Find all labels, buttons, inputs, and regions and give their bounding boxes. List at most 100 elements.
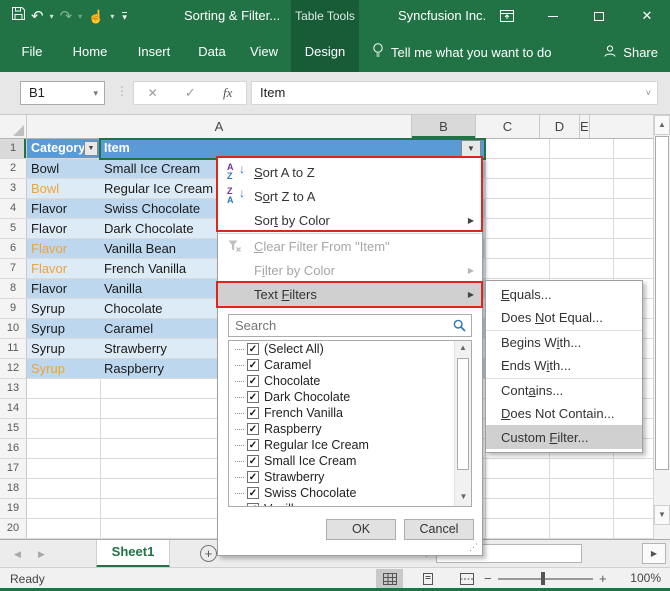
page-layout-view-button[interactable] [414,569,441,588]
list-scrollbar-thumb[interactable] [457,358,469,470]
cell-category[interactable] [27,499,100,518]
row-header[interactable]: 6 [0,239,27,258]
row-header[interactable]: 1 [0,139,27,158]
submenu-item[interactable]: Begins With... [486,330,642,354]
column-header[interactable]: B [412,115,476,138]
list-scrollbar[interactable]: ▲ ▼ [454,341,471,506]
row-header[interactable]: 12 [0,359,27,378]
insert-function-icon[interactable]: fx [223,85,232,101]
cell-category[interactable] [27,479,100,498]
ribbon-tab[interactable]: View [240,32,288,72]
item-filter-button[interactable]: ▼ [461,140,481,157]
tell-me-box[interactable]: Tell me what you want to do [372,32,551,72]
checkbox-checked[interactable]: ✓ [247,407,259,419]
column-header[interactable]: D [540,115,580,138]
prev-sheet-icon[interactable]: ◀ [14,549,21,560]
cell-category[interactable]: Flavor [27,279,100,298]
zoom-slider-track[interactable] [498,578,593,580]
row-header[interactable]: 19 [0,499,27,518]
zoom-out-button[interactable]: − [484,569,492,588]
ribbon-tab[interactable]: Home [64,32,116,72]
checkbox-checked[interactable]: ✓ [247,343,259,355]
filter-value-row[interactable]: ✓ Vanilla [229,501,471,507]
filter-value-row[interactable]: ✓ Regular Ice Cream [229,437,471,453]
row-header[interactable]: 13 [0,379,27,398]
row-header[interactable]: 5 [0,219,27,238]
row-header[interactable]: 17 [0,459,27,478]
cell-category[interactable]: Syrup [27,359,100,378]
row-header[interactable]: 3 [0,179,27,198]
name-box[interactable]: B1 ▾ [20,81,105,105]
submenu-item[interactable]: Contains... [486,378,642,402]
column-header[interactable]: C [476,115,540,138]
touch-mode-dropdown-icon[interactable]: ▾ [110,12,114,21]
select-all-corner[interactable] [0,115,27,138]
cell-category[interactable]: Flavor [27,199,100,218]
row-header[interactable]: 15 [0,419,27,438]
maximize-button[interactable] [584,0,614,32]
formula-expand-icon[interactable]: ˅ [646,82,651,104]
new-sheet-button[interactable]: + [200,545,217,562]
row-header[interactable]: 20 [0,519,27,538]
list-scroll-down-icon[interactable]: ▼ [455,490,472,506]
row-header[interactable]: 7 [0,259,27,278]
row-header[interactable]: 16 [0,439,27,458]
resize-grip-icon[interactable]: ⋰ [469,542,478,553]
page-break-view-button[interactable] [453,569,480,588]
undo-icon[interactable]: ↶ [31,9,44,24]
name-box-dropdown-icon[interactable]: ▾ [93,82,98,104]
close-button[interactable]: ✕ [630,0,664,32]
scroll-down-button[interactable]: ▼ [654,505,670,525]
table-header-item[interactable]: Item [100,139,485,158]
checkbox-checked[interactable]: ✓ [247,423,259,435]
account-name[interactable]: Syncfusion Inc. [398,0,486,32]
cell-category[interactable] [27,519,100,538]
ribbon-display-options-icon[interactable] [492,0,522,32]
filter-value-row[interactable]: ✓ French Vanilla [229,405,471,421]
ribbon-tab[interactable]: Design [291,32,359,72]
filter-menu-item[interactable]: Filter by Color ▶ [218,258,482,282]
filter-search-box[interactable] [228,314,472,337]
cell-category[interactable]: Flavor [27,259,100,278]
touch-mode-icon[interactable]: ☝ [88,9,104,24]
submenu-item[interactable]: Equals... [486,283,642,306]
row-header[interactable]: 9 [0,299,27,318]
cell-category[interactable]: Flavor [27,239,100,258]
checkbox-checked[interactable]: ✓ [247,503,259,507]
filter-menu-item[interactable]: ZA↓ Sort Z to A ▶ [218,184,482,208]
share-button[interactable]: Share [603,32,658,72]
list-scroll-up-icon[interactable]: ▲ [455,341,471,357]
filter-value-row[interactable]: ✓ Swiss Chocolate [229,485,471,501]
save-icon[interactable] [12,7,25,25]
cell-category[interactable] [27,379,100,398]
filter-menu-item[interactable]: Text Filters ▶ [218,282,482,306]
filter-menu-item[interactable]: Sort by Color ▶ [218,208,482,232]
ribbon-tab[interactable]: Insert [126,32,182,72]
column-header[interactable]: E [580,115,590,138]
search-input[interactable] [229,315,439,336]
cell-category[interactable] [27,419,100,438]
submenu-item[interactable]: Custom Filter... [486,425,642,449]
filter-value-row[interactable]: ✓ Small Ice Cream [229,453,471,469]
row-header[interactable]: 14 [0,399,27,418]
filter-menu-item[interactable]: AZ↓ Sort A to Z ▶ [218,160,482,184]
ok-button[interactable]: OK [326,519,396,540]
checkbox-checked[interactable]: ✓ [247,359,259,371]
row-header[interactable]: 10 [0,319,27,338]
checkbox-checked[interactable]: ✓ [247,487,259,499]
filter-value-row[interactable]: ✓ Raspberry [229,421,471,437]
next-sheet-icon[interactable]: ▶ [38,549,45,560]
filter-menu-item[interactable]: Clear Filter From "Item" ▶ [218,233,482,258]
cell-category[interactable]: Bowl [27,159,100,178]
hscroll-right-button[interactable]: ▶ [642,543,666,564]
normal-view-button[interactable] [376,569,403,588]
cell-category[interactable] [27,399,100,418]
cancel-button[interactable]: Cancel [404,519,474,540]
submenu-item[interactable]: Does Not Equal... [486,306,642,329]
submenu-item[interactable]: Ends With... [486,354,642,377]
zoom-level[interactable]: 100% [623,570,661,587]
row-header[interactable]: 4 [0,199,27,218]
scroll-up-button[interactable]: ▲ [654,115,670,135]
row-header[interactable]: 18 [0,479,27,498]
vertical-scrollbar-thumb[interactable] [655,136,669,470]
